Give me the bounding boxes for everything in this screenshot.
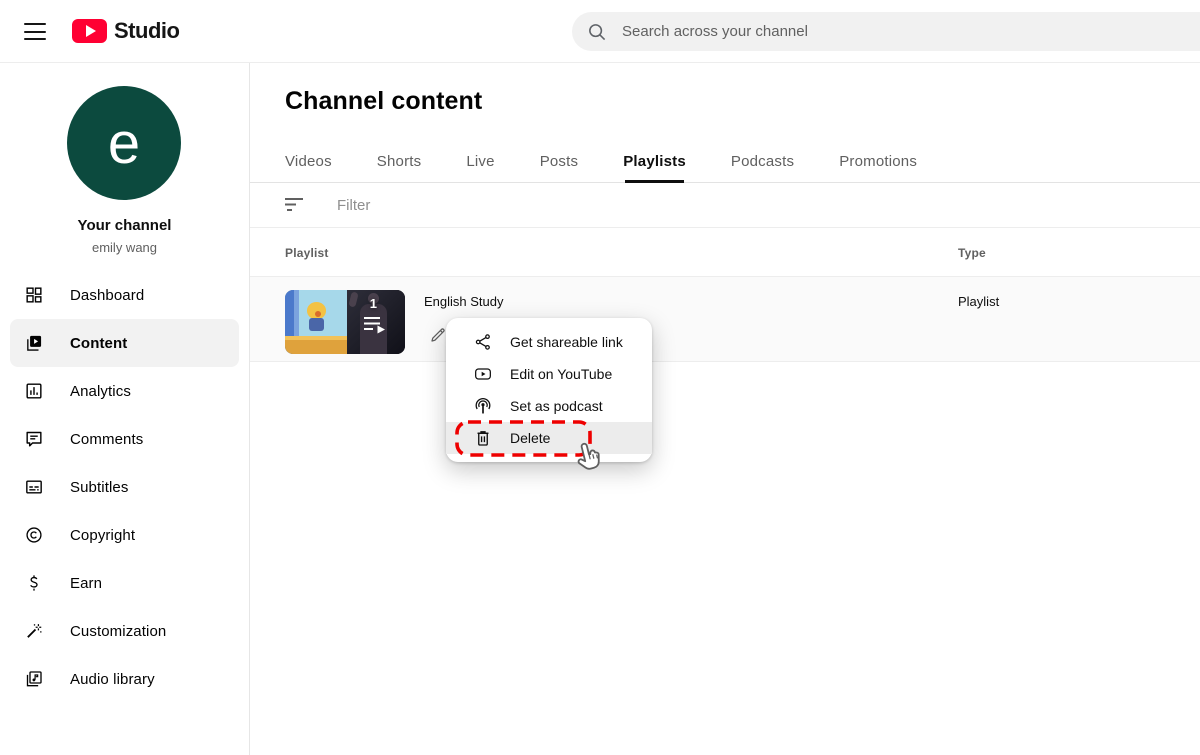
sidebar-item-earn[interactable]: Earn bbox=[10, 559, 239, 607]
youtube-play-icon bbox=[473, 364, 493, 384]
search-input[interactable] bbox=[622, 23, 1042, 40]
main-content: Channel content Videos Shorts Live Posts… bbox=[250, 63, 1200, 755]
tab-shorts[interactable]: Shorts bbox=[377, 140, 422, 182]
tab-videos[interactable]: Videos bbox=[285, 140, 332, 182]
tab-podcasts[interactable]: Podcasts bbox=[731, 140, 794, 182]
menu-item-get-shareable-link[interactable]: Get shareable link bbox=[446, 326, 652, 358]
analytics-icon bbox=[24, 381, 44, 401]
youtube-logo-icon bbox=[72, 19, 107, 43]
brand-text: Studio bbox=[114, 18, 180, 43]
subtitles-icon bbox=[24, 477, 44, 497]
playlist-overlay-icon bbox=[364, 317, 385, 334]
channel-label: Your channel bbox=[77, 217, 172, 234]
playlist-type: Playlist bbox=[958, 294, 1000, 309]
customization-icon bbox=[24, 621, 44, 641]
tab-live[interactable]: Live bbox=[466, 140, 494, 182]
thumbnail-scene bbox=[285, 290, 347, 354]
sidebar-item-audio-library[interactable]: Audio library bbox=[10, 655, 239, 703]
avatar[interactable]: e bbox=[67, 86, 181, 200]
thumbnail-person: 1 bbox=[347, 290, 405, 354]
copyright-icon bbox=[24, 525, 44, 545]
filter-bar bbox=[250, 183, 1200, 228]
sidebar-item-dashboard[interactable]: Dashboard bbox=[10, 271, 239, 319]
column-header-type: Type bbox=[958, 246, 986, 260]
thumbnail-video-count: 1 bbox=[369, 296, 377, 311]
earn-icon bbox=[24, 573, 44, 593]
tab-playlists[interactable]: Playlists bbox=[623, 140, 686, 183]
search-bar[interactable] bbox=[572, 12, 1200, 51]
menu-item-set-as-podcast[interactable]: Set as podcast bbox=[446, 390, 652, 422]
audio-library-icon bbox=[24, 669, 44, 689]
topbar: Studio bbox=[0, 0, 1200, 63]
sidebar: e Your channel emily wang Dashboard Cont… bbox=[0, 63, 250, 755]
column-header-playlist: Playlist bbox=[285, 246, 329, 260]
tab-bar: Videos Shorts Live Posts Playlists Podca… bbox=[250, 140, 1200, 183]
menu-icon[interactable] bbox=[24, 23, 46, 40]
sidebar-item-analytics[interactable]: Analytics bbox=[10, 367, 239, 415]
share-icon bbox=[473, 332, 493, 352]
table-header: Playlist Type bbox=[250, 228, 1200, 277]
page-title: Channel content bbox=[285, 87, 483, 115]
sidebar-nav: Dashboard Content Analytics Comments Sub… bbox=[0, 271, 249, 703]
sidebar-item-subtitles[interactable]: Subtitles bbox=[10, 463, 239, 511]
edit-pencil-icon[interactable] bbox=[428, 325, 448, 350]
playlist-title[interactable]: English Study bbox=[424, 294, 504, 309]
dashboard-icon bbox=[24, 285, 44, 305]
sidebar-item-copyright[interactable]: Copyright bbox=[10, 511, 239, 559]
tab-promotions[interactable]: Promotions bbox=[839, 140, 917, 182]
content-icon bbox=[24, 333, 44, 353]
avatar-letter: e bbox=[107, 110, 141, 176]
youtube-studio-logo[interactable]: Studio bbox=[72, 18, 180, 44]
filter-input[interactable] bbox=[337, 196, 637, 214]
filter-icon[interactable] bbox=[285, 198, 305, 212]
trash-icon bbox=[473, 428, 493, 448]
sidebar-item-content[interactable]: Content bbox=[10, 319, 239, 367]
playlist-thumbnail[interactable]: 1 bbox=[285, 290, 405, 354]
sidebar-item-comments[interactable]: Comments bbox=[10, 415, 239, 463]
menu-item-edit-on-youtube[interactable]: Edit on YouTube bbox=[446, 358, 652, 390]
context-menu: Get shareable link Edit on YouTube Set a… bbox=[446, 318, 652, 462]
comments-icon bbox=[24, 429, 44, 449]
channel-name: emily wang bbox=[91, 240, 158, 255]
tab-posts[interactable]: Posts bbox=[540, 140, 579, 182]
search-icon bbox=[589, 23, 606, 40]
menu-item-delete[interactable]: Delete bbox=[446, 422, 652, 454]
sidebar-item-customization[interactable]: Customization bbox=[10, 607, 239, 655]
table-row[interactable]: 1 English Study Playlist bbox=[250, 277, 1200, 362]
podcast-icon bbox=[473, 396, 493, 416]
